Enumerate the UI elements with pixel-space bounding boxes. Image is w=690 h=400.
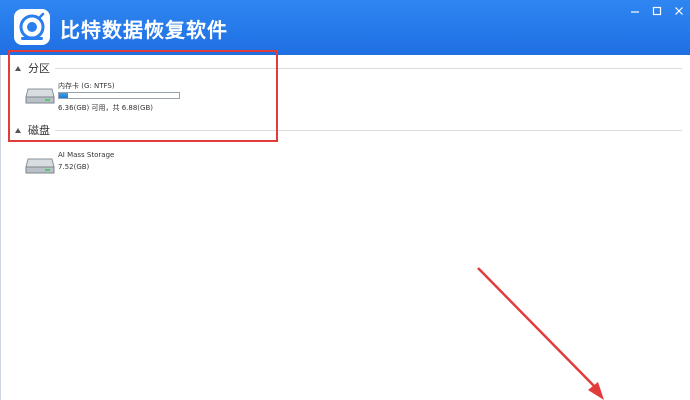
close-icon[interactable] xyxy=(668,0,690,22)
disk-name: AI Mass Storage xyxy=(58,151,115,159)
highlight-box xyxy=(8,50,278,142)
maximize-icon[interactable] xyxy=(646,0,668,22)
disk-item[interactable]: AI Mass Storage 7.52(GB) xyxy=(25,151,165,183)
title-bar[interactable]: 比特数据恢复软件 xyxy=(0,0,690,55)
app-title: 比特数据恢复软件 xyxy=(60,18,228,42)
window-controls xyxy=(624,0,690,22)
disk-recovery-logo-icon xyxy=(14,9,50,45)
app-window: 比特数据恢复软件 分区 内存卡 (G: NTFS) 6.36(GB) 可用，共 … xyxy=(0,0,690,400)
hard-drive-icon xyxy=(25,158,55,174)
minimize-icon[interactable] xyxy=(624,0,646,22)
annotation-arrow-icon xyxy=(477,267,604,400)
disk-size: 7.52(GB) xyxy=(58,163,90,171)
